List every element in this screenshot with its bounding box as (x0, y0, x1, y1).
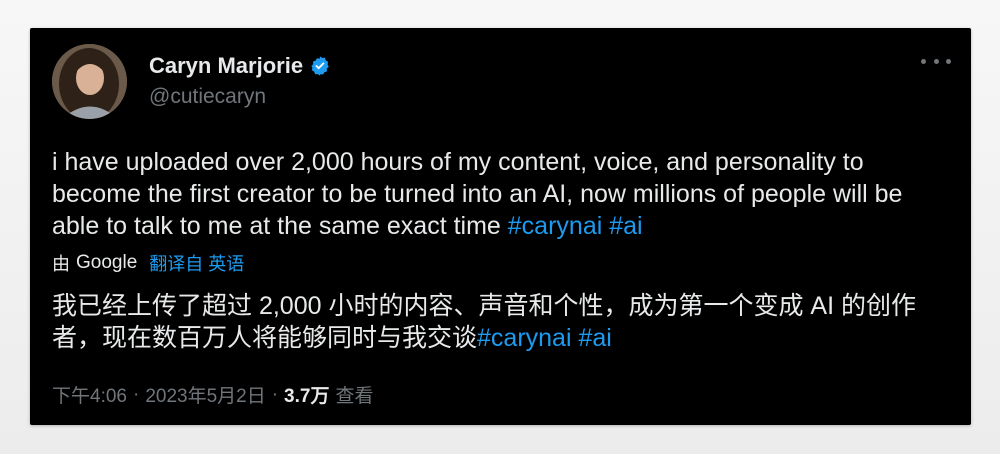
translated-from-link[interactable]: 翻译自 英语 (149, 250, 244, 276)
screenshot-frame: Caryn Marjorie @cutiecaryn i have upload… (0, 0, 1000, 454)
more-dot (921, 58, 926, 64)
views-label: 查看 (335, 386, 374, 407)
translated-text: 我已经上传了超过 2,000 小时的内容、声音和个性，成为第一个变成 AI 的创… (52, 290, 962, 354)
tweet-card: Caryn Marjorie @cutiecaryn i have upload… (30, 28, 971, 425)
avatar[interactable] (52, 44, 127, 119)
separator: · (271, 383, 279, 405)
more-dot (933, 58, 939, 64)
author-handle[interactable]: @cutiecaryn (149, 85, 266, 109)
hashtag-link[interactable]: #carynai (477, 324, 572, 352)
more-options-icon[interactable] (921, 50, 951, 72)
translation-attribution: 由 Google 翻译自 英语 (52, 250, 244, 276)
verified-badge-icon (311, 56, 329, 76)
tweet-body: i have uploaded over 2,000 hours of my c… (52, 148, 903, 240)
hashtag-link[interactable]: #carynai (508, 212, 603, 240)
tweet-time[interactable]: 下午4:06 (52, 381, 127, 408)
display-name[interactable]: Caryn Marjorie (149, 53, 303, 79)
translated-by-label: 由 (52, 254, 70, 274)
more-dot (946, 58, 951, 64)
tweet-text: i have uploaded over 2,000 hours of my c… (52, 146, 952, 242)
separator: · (132, 383, 140, 405)
tweet-date[interactable]: 2023年5月2日 (145, 381, 265, 408)
views-count: 3.7万 (284, 386, 330, 407)
tweet-meta: 下午4:06 · 2023年5月2日 · 3.7万 查看 (52, 381, 373, 408)
author-name-row: Caryn Marjorie (149, 53, 331, 79)
google-logo: Google (76, 252, 138, 273)
avatar-image (52, 44, 127, 119)
hashtag-link[interactable]: #ai (578, 324, 611, 352)
hashtag-link[interactable]: #ai (609, 212, 642, 240)
